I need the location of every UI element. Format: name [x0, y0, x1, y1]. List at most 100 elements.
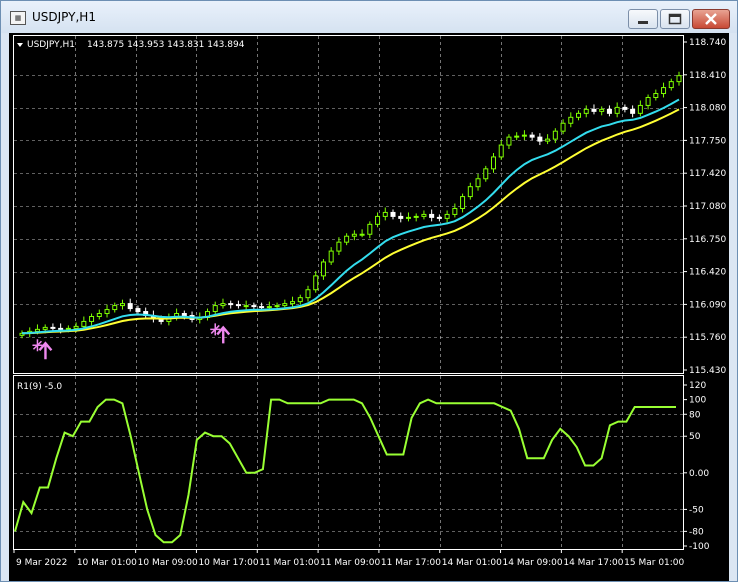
- candles-series: [19, 71, 682, 339]
- candle-body: [630, 108, 636, 114]
- candle-body: [599, 108, 605, 112]
- candle-body: [444, 213, 450, 219]
- price-tick-label: 116.750: [689, 235, 726, 245]
- candle-body: [73, 325, 79, 329]
- candle-body: [521, 134, 527, 137]
- maximize-button[interactable]: [660, 9, 690, 29]
- candle-body: [243, 305, 249, 308]
- close-button[interactable]: [692, 9, 730, 29]
- candle-body: [375, 215, 381, 225]
- candle-body: [65, 327, 71, 330]
- candle-body: [614, 106, 620, 114]
- candle-body: [305, 289, 311, 299]
- candle-body: [50, 326, 56, 329]
- candle-body: [336, 241, 342, 252]
- candle-body: [259, 306, 265, 309]
- time-tick-label: 11 Mar 17:00: [381, 558, 441, 568]
- chart-window-icon: ▦: [10, 11, 26, 25]
- candle-body: [181, 313, 187, 316]
- price-tick-label: 117.420: [689, 169, 726, 179]
- minimize-icon: [638, 21, 648, 24]
- candle-body: [576, 112, 582, 118]
- time-tick-label: 11 Mar 01:00: [259, 558, 319, 568]
- indicator-tick-label: 0.00: [689, 469, 709, 479]
- candle-body: [490, 156, 496, 170]
- candle-body: [251, 305, 257, 308]
- candle-body: [552, 130, 558, 140]
- price-axis: 118.740 118.410 118.080 117.750 117.420 117.0…: [683, 38, 726, 376]
- indicator-tick-label: -80: [689, 527, 704, 537]
- price-tick-label: 116.420: [689, 268, 726, 278]
- time-tick-label: 15 Mar 01:00: [624, 558, 684, 568]
- time-tick-label: 10 Mar 09:00: [138, 558, 198, 568]
- symbol-label: USDJPY,H1: [27, 40, 75, 50]
- price-tick-label: 115.760: [689, 333, 726, 343]
- candle-body: [467, 186, 473, 198]
- candle-body: [483, 168, 489, 180]
- candle-body: [591, 108, 597, 112]
- candle-body: [235, 304, 241, 307]
- chart-menu-triangle-icon[interactable]: [17, 43, 23, 47]
- chart-area[interactable]: 118.740 118.410 118.080 117.750 117.420 117.0…: [9, 33, 729, 581]
- candle-body: [537, 136, 543, 142]
- price-tick-label: 116.090: [689, 300, 726, 310]
- candle-body: [266, 306, 272, 309]
- price-tick-label: 117.750: [689, 136, 726, 146]
- chart-window: ▦ USDJPY,H1 118.740 118.410 118.080 117.750…: [0, 0, 738, 582]
- indicator-tick-label: 100: [689, 396, 706, 406]
- candle-body: [545, 138, 551, 142]
- candle-body: [328, 250, 334, 263]
- price-tick-label: 118.410: [689, 71, 726, 81]
- candle-body: [290, 301, 296, 305]
- candle-body: [220, 303, 226, 307]
- candle-body: [344, 235, 350, 243]
- candle-body: [58, 327, 64, 330]
- candle-body: [583, 108, 589, 114]
- candle-body: [89, 315, 95, 322]
- time-axis: 9 Mar 2022 10 Mar 01:00 10 Mar 09:00 10 Mar…: [13, 549, 685, 568]
- time-tick-label: 9 Mar 2022: [16, 558, 67, 568]
- time-tick-label: 14 Mar 01:00: [442, 558, 502, 568]
- candle-body: [498, 144, 504, 158]
- price-tick-label: 118.080: [689, 104, 726, 114]
- candle-body: [320, 261, 326, 277]
- maximize-icon: [668, 13, 682, 25]
- candle-body: [421, 213, 427, 217]
- candle-body: [104, 309, 110, 315]
- candle-body: [452, 207, 458, 215]
- candle-body: [460, 196, 466, 209]
- candle-body: [568, 116, 574, 124]
- indicator-axis: 120 100 80 50 0.00 -50 -80 -100: [683, 381, 710, 552]
- candle-body: [313, 275, 319, 291]
- title-bar[interactable]: ▦ USDJPY,H1: [1, 1, 737, 33]
- candle-body: [274, 305, 280, 308]
- candle-body: [560, 122, 566, 132]
- indicator-tick-label: 50: [689, 432, 701, 442]
- candle-body: [506, 136, 512, 146]
- candle-body: [112, 305, 118, 311]
- time-tick-label: 11 Mar 09:00: [320, 558, 380, 568]
- candle-body: [514, 135, 520, 138]
- candle-body: [42, 326, 48, 330]
- ohlc-values: 143.875 143.953 143.831 143.894: [87, 40, 245, 50]
- ma-slow-line: [21, 108, 680, 335]
- candle-body: [351, 233, 357, 237]
- candle-body: [212, 305, 218, 313]
- chart-frames: [13, 35, 684, 550]
- candle-body: [34, 328, 40, 332]
- candle-body: [282, 303, 288, 307]
- price-tick-label: 117.080: [689, 202, 726, 212]
- candle-body: [398, 215, 404, 219]
- indicator-tick-label: 120: [689, 381, 706, 391]
- chart-canvas[interactable]: 118.740 118.410 118.080 117.750 117.420 117.0…: [9, 33, 729, 581]
- candle-body: [413, 215, 419, 218]
- candle-body: [661, 87, 667, 95]
- oscillator-line: [14, 398, 676, 544]
- candle-body: [637, 104, 643, 114]
- chart-grid: [14, 36, 684, 549]
- window-title: USDJPY,H1: [32, 10, 96, 24]
- candle-body: [645, 96, 651, 106]
- candle-body: [668, 81, 674, 89]
- indicator-label: R1(9) -5.0: [17, 382, 62, 392]
- minimize-button[interactable]: [628, 9, 658, 29]
